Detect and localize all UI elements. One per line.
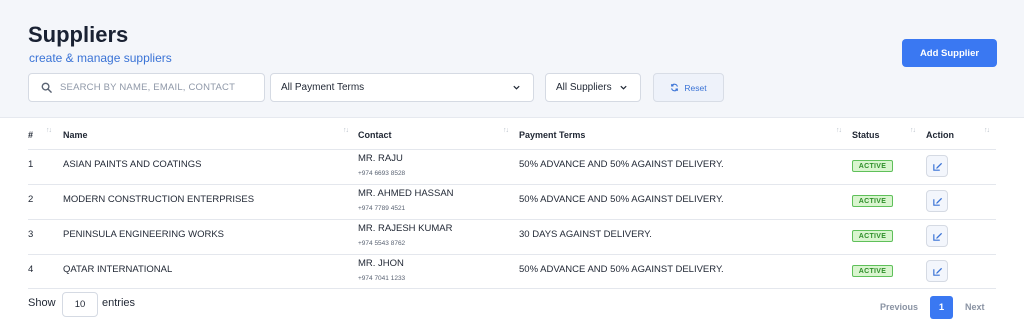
payment-terms-value: All Payment Terms (281, 82, 365, 93)
row-index: 3 (28, 229, 34, 240)
payment-terms: 50% ADVANCE AND 50% AGAINST DELIVERY. (519, 194, 724, 205)
next-page-button[interactable]: Next (965, 302, 985, 312)
column-header-payment-terms[interactable]: Payment Terms (519, 130, 585, 140)
column-header-index[interactable]: # (28, 130, 33, 140)
search-box[interactable] (28, 73, 265, 102)
table-row: 1 ASIAN PAINTS AND COATINGS MR. RAJU +97… (0, 149, 1024, 184)
page-subtitle: create & manage suppliers (29, 51, 172, 65)
supplier-name: PENINSULA ENGINEERING WORKS (63, 229, 225, 240)
contact-phone: +974 7789 4521 (358, 205, 406, 212)
status-badge: ACTIVE (852, 195, 893, 207)
column-header-action: Action (926, 130, 954, 140)
supplier-name: ASIAN PAINTS AND COATINGS (63, 159, 202, 170)
payment-terms: 50% ADVANCE AND 50% AGAINST DELIVERY. (519, 159, 724, 170)
edit-icon (932, 232, 942, 241)
sort-icon[interactable]: ↑↓ (984, 127, 990, 134)
contact-name: MR. JHON (358, 258, 404, 269)
edit-button[interactable] (926, 260, 948, 282)
table-row: 2 MODERN CONSTRUCTION ENTERPRISES MR. AH… (0, 184, 1024, 219)
sort-icon[interactable]: ↑↓ (910, 127, 916, 134)
payment-terms-select[interactable]: All Payment Terms (270, 73, 534, 102)
supplier-name: MODERN CONSTRUCTION ENTERPRISES (63, 194, 255, 205)
status-badge: ACTIVE (852, 265, 893, 277)
page-title: Suppliers (28, 22, 129, 47)
row-divider (28, 288, 996, 289)
previous-page-button[interactable]: Previous (880, 302, 918, 312)
edit-icon (932, 267, 942, 276)
sort-icon[interactable]: ↑↓ (503, 127, 509, 134)
entries-label: entries (102, 297, 136, 309)
show-label: Show (28, 297, 56, 309)
column-header-name[interactable]: Name (63, 130, 88, 140)
search-icon (41, 82, 52, 93)
contact-phone: +974 7041 1233 (358, 275, 406, 282)
payment-terms: 50% ADVANCE AND 50% AGAINST DELIVERY. (519, 264, 724, 275)
sort-icon[interactable]: ↑↓ (836, 127, 842, 134)
contact-phone: +974 5543 8762 (358, 240, 406, 247)
table-row: 3 PENINSULA ENGINEERING WORKS MR. RAJESH… (0, 219, 1024, 254)
supplier-name: QATAR INTERNATIONAL (63, 264, 173, 275)
edit-button[interactable] (926, 155, 948, 177)
row-index: 1 (28, 159, 34, 170)
entries-select[interactable]: 10 (62, 292, 98, 317)
status-badge: ACTIVE (852, 230, 893, 242)
column-header-contact[interactable]: Contact (358, 130, 392, 140)
column-header-status[interactable]: Status (852, 130, 880, 140)
edit-icon (932, 197, 942, 206)
status-badge: ACTIVE (852, 160, 893, 172)
sort-icon[interactable]: ↑↓ (46, 127, 52, 134)
search-input[interactable] (60, 82, 250, 93)
page-button-1[interactable]: 1 (930, 296, 953, 319)
refresh-icon (671, 83, 679, 92)
row-index: 2 (28, 194, 34, 205)
table-row: 4 QATAR INTERNATIONAL MR. JHON +974 7041… (0, 254, 1024, 289)
reset-label: Reset (684, 82, 707, 93)
reset-button[interactable]: Reset (653, 73, 724, 102)
row-index: 4 (28, 264, 34, 275)
chevron-down-icon (513, 85, 520, 90)
edit-icon (932, 162, 942, 171)
edit-button[interactable] (926, 225, 948, 247)
page-header: Suppliers create & manage suppliers Add … (0, 0, 1024, 118)
edit-button[interactable] (926, 190, 948, 212)
contact-name: MR. RAJESH KUMAR (358, 223, 453, 234)
sort-icon[interactable]: ↑↓ (343, 127, 349, 134)
add-supplier-button[interactable]: Add Supplier (902, 39, 997, 67)
contact-phone: +974 6693 8528 (358, 170, 406, 177)
contact-name: MR. AHMED HASSAN (358, 188, 454, 199)
contact-name: MR. RAJU (358, 153, 403, 164)
suppliers-value: All Suppliers (556, 82, 612, 93)
suppliers-select[interactable]: All Suppliers (545, 73, 641, 102)
payment-terms: 30 DAYS AGAINST DELIVERY. (519, 229, 652, 240)
chevron-down-icon (620, 85, 627, 90)
